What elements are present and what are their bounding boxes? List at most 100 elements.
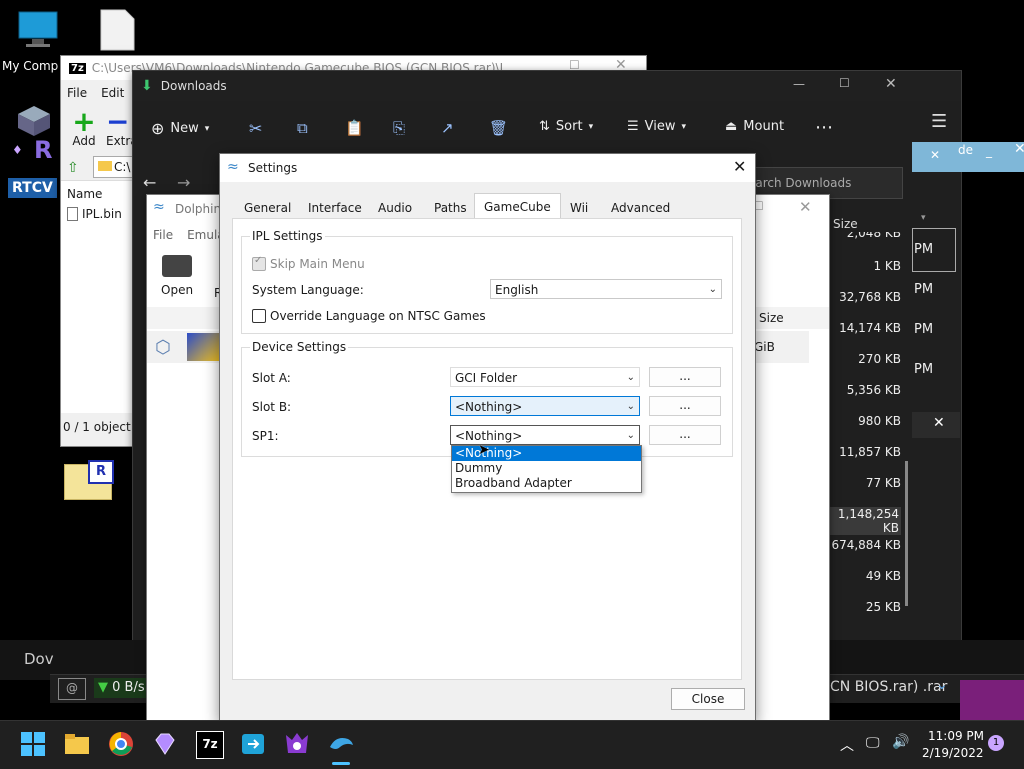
download-arrow-icon: ⬇ xyxy=(141,78,153,94)
tab-general[interactable]: General xyxy=(234,196,301,220)
menu-edit[interactable]: Edit xyxy=(101,86,124,100)
tab-advanced[interactable]: Advanced xyxy=(601,196,680,220)
mount-icon: ⏏ xyxy=(725,119,738,134)
size-cell: 270 KB xyxy=(858,352,901,366)
purple-accent xyxy=(960,680,1024,720)
volume-icon[interactable]: 🔊 xyxy=(892,734,909,750)
skip-main-menu-checkbox[interactable]: ✓ xyxy=(252,255,266,271)
size-column-header[interactable]: Size xyxy=(759,311,784,325)
tab-interface[interactable]: Interface xyxy=(298,196,372,220)
dropdown-option-broadband-adapter[interactable]: Broadband Adapter xyxy=(452,476,641,491)
rename-icon[interactable]: ⎘ xyxy=(393,119,405,137)
back-arrow-icon[interactable]: ← xyxy=(143,173,156,192)
notification-badge[interactable]: 1 xyxy=(988,735,1004,751)
right-panel-text: de xyxy=(958,143,973,157)
gem-app-icon[interactable] xyxy=(152,731,178,757)
maximize-icon[interactable]: ☐ xyxy=(839,76,850,90)
slot-a-browse-button[interactable]: ... xyxy=(649,367,721,387)
sevenzip-file-list: Name IPL.bin xyxy=(61,180,141,413)
list-item[interactable]: IPL.bin xyxy=(61,207,141,221)
sevenzip-app-icon: 7z xyxy=(69,62,86,74)
share-icon[interactable]: ↗ xyxy=(441,119,454,137)
override-language-label: Override Language on NTSC Games xyxy=(270,309,486,323)
tab-audio[interactable]: Audio xyxy=(368,196,422,220)
tab-paths[interactable]: Paths xyxy=(424,196,477,220)
tab-wii[interactable]: Wii xyxy=(560,196,598,220)
slot-a-select[interactable]: GCI Folder ⌄ xyxy=(450,367,640,387)
override-language-checkbox[interactable] xyxy=(252,309,266,323)
menu-file[interactable]: File xyxy=(67,86,87,100)
dolphin-taskbar-icon[interactable] xyxy=(328,731,354,757)
add-button[interactable]: + Add xyxy=(69,105,99,149)
minimize-icon[interactable]: _ xyxy=(986,144,992,158)
dropdown-option-dummy[interactable]: Dummy xyxy=(452,461,641,476)
time-cell: PM xyxy=(914,282,934,297)
sp1-browse-button[interactable]: ... xyxy=(649,425,721,445)
copy-icon[interactable]: ⧉ xyxy=(297,119,308,137)
up-arrow-icon[interactable]: ⇧ xyxy=(67,160,79,176)
game-app-icon[interactable] xyxy=(284,731,310,757)
menu-file[interactable]: File xyxy=(153,228,173,242)
plus-circle-icon: ⊕ xyxy=(151,119,165,138)
more-options-icon[interactable]: ⋯ xyxy=(815,117,833,138)
file-explorer-icon[interactable] xyxy=(64,731,90,757)
chevron-down-icon: ⌄ xyxy=(708,284,717,295)
network-icon[interactable]: 🖵 xyxy=(866,735,880,751)
clock-time[interactable]: 11:09 PM xyxy=(928,729,984,743)
download-manager-icon[interactable] xyxy=(240,731,266,757)
plus-icon: + xyxy=(72,105,96,138)
cut-icon[interactable]: ✂ xyxy=(249,119,262,138)
size-list: 2,048 KB 1 KB 32,768 KB 14,174 KB 270 KB… xyxy=(823,225,901,625)
device-settings-title: Device Settings xyxy=(250,340,349,354)
column-chevron-icon: ▾ xyxy=(921,213,926,223)
settings-dialog[interactable]: ≈ Settings ✕ General Interface Audio Pat… xyxy=(219,153,756,722)
paste-icon[interactable]: 📋 xyxy=(345,119,364,137)
scrollbar[interactable] xyxy=(905,461,908,606)
status-left: Dov xyxy=(24,650,54,668)
size-cell: 49 KB xyxy=(865,569,901,583)
column-name[interactable]: Name xyxy=(61,181,141,207)
forward-arrow-icon[interactable]: → xyxy=(177,173,190,192)
file-icon[interactable] xyxy=(98,8,142,51)
sort-button[interactable]: ⇅ Sort ▾ xyxy=(539,119,593,134)
delete-icon[interactable]: 🗑 xyxy=(489,119,508,137)
tab-gamecube[interactable]: GameCube xyxy=(474,193,561,220)
sort-icon: ⇅ xyxy=(539,119,550,134)
slot-a-label: Slot A: xyxy=(252,371,291,385)
file-icon xyxy=(67,207,78,221)
hamburger-menu-icon[interactable]: ☰ xyxy=(931,111,947,132)
downloads-title: Downloads xyxy=(160,79,227,93)
sevenzip-taskbar-icon[interactable]: 7z xyxy=(196,731,224,759)
view-button[interactable]: ☰ View ▾ xyxy=(627,119,686,134)
size-cell: 2,048 KB xyxy=(846,226,901,240)
close-icon[interactable]: ✕ xyxy=(799,198,812,216)
rtc-folder-icon[interactable]: R xyxy=(64,460,114,500)
system-language-select[interactable]: English ⌄ xyxy=(490,279,722,299)
slot-b-browse-button[interactable]: ... xyxy=(649,396,721,416)
slot-b-select[interactable]: <Nothing> ⌄ xyxy=(450,396,640,416)
chevron-down-icon: ▾ xyxy=(681,121,687,132)
close-button[interactable]: Close xyxy=(671,688,745,710)
sevenzip-status: 0 / 1 object(s xyxy=(63,420,131,434)
chevron-up-icon[interactable]: ︿ xyxy=(840,735,854,755)
clock-date[interactable]: 2/19/2022 xyxy=(922,746,984,760)
close-icon[interactable]: ✕ xyxy=(933,415,945,431)
close-icon[interactable]: ✕ xyxy=(930,148,940,162)
close-icon[interactable]: ✕ xyxy=(885,76,897,92)
game-size: GiB xyxy=(754,340,775,354)
new-button[interactable]: ⊕ New ▾ xyxy=(151,119,209,138)
close-icon[interactable]: ✕ xyxy=(733,157,746,176)
chevron-down-icon: ⌄ xyxy=(626,401,635,412)
slot-b-label: Slot B: xyxy=(252,400,292,414)
chrome-icon[interactable] xyxy=(108,731,134,757)
size-cell: 1,148,254 KB xyxy=(823,507,901,535)
settings-titlebar: ≈ Settings ✕ xyxy=(220,154,755,182)
chevron-down-icon[interactable]: ⌄ xyxy=(936,677,948,693)
windows-start-icon[interactable] xyxy=(20,731,46,757)
open-button[interactable]: Open xyxy=(161,255,193,297)
minimize-icon[interactable]: — xyxy=(793,77,805,91)
computer-icon[interactable] xyxy=(16,10,60,50)
mount-button[interactable]: ⏏ Mount xyxy=(725,119,784,134)
close-icon[interactable]: ✕ xyxy=(1014,141,1024,157)
skip-main-menu-label: Skip Main Menu xyxy=(270,257,365,271)
